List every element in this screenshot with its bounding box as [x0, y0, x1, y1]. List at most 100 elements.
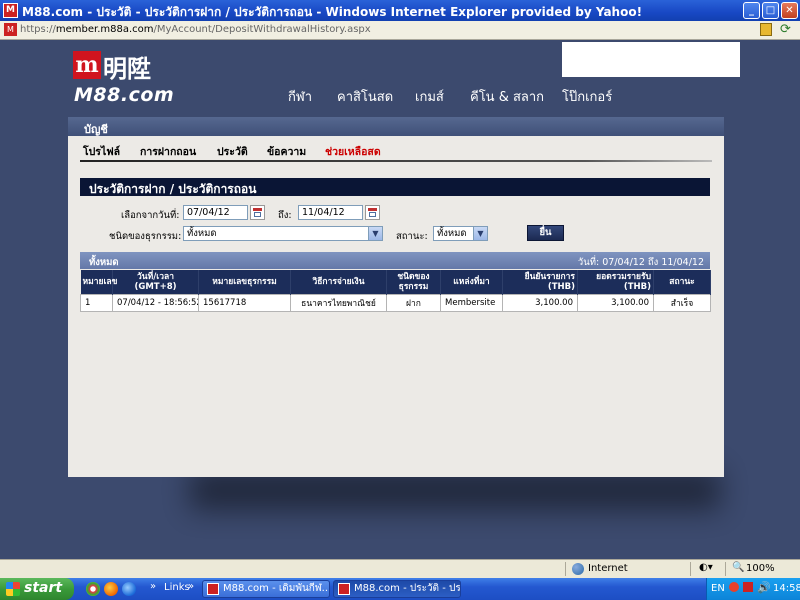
col-header-number[interactable]: หมายเลข: [80, 270, 117, 295]
nav-sports[interactable]: กีฬา: [288, 86, 312, 107]
window-title-bar[interactable]: M M88.com - ประวัติ - ประวัติการฝาก / ปร…: [0, 0, 800, 21]
tray-app-icon[interactable]: [729, 582, 739, 592]
refresh-icon[interactable]: ⟳: [780, 22, 791, 37]
windows-flag-icon: [6, 582, 20, 596]
history-panel-header: ประวัติการฝาก / ประวัติการถอน: [80, 178, 710, 196]
to-calendar-icon[interactable]: [365, 205, 380, 220]
chevron-down-icon[interactable]: ▼: [368, 227, 382, 240]
nav-poker[interactable]: โป๊กเกอร์: [562, 86, 612, 107]
zoom-level[interactable]: 100%: [746, 563, 775, 574]
col-header-status[interactable]: สถานะ: [653, 270, 711, 295]
chevron-right-icon[interactable]: »: [150, 581, 156, 592]
subnav-live-help[interactable]: ช่วยเหลือสด: [325, 143, 381, 160]
section-header: บัญชี: [68, 117, 724, 136]
close-button[interactable]: ✕: [781, 2, 798, 19]
submit-button[interactable]: ยื่น: [527, 225, 564, 241]
results-date-range: วันที่: 07/04/12 ถึง 11/04/12: [577, 257, 704, 268]
status-separator: [690, 562, 691, 576]
clock[interactable]: 14:58: [773, 583, 800, 594]
chevron-right-icon[interactable]: »: [188, 581, 194, 592]
col-header-payment-method[interactable]: วิธีการจ่ายเงิน: [290, 270, 387, 295]
cell-status: สำเร็จ: [653, 294, 711, 312]
nav-games[interactable]: เกมส์: [415, 86, 444, 107]
chrome-icon[interactable]: [86, 582, 100, 596]
cell-datetime: 07/04/12 - 18:56:52: [112, 294, 199, 312]
site-favicon: M: [4, 23, 17, 36]
col-header-datetime[interactable]: วันที่/เวลา (GMT+8): [112, 270, 199, 295]
start-button[interactable]: start: [0, 578, 74, 600]
window-icon: [338, 583, 350, 595]
address-bar[interactable]: M https://member.m88a.com/MyAccount/Depo…: [0, 21, 800, 40]
cell-total-received: 3,100.00: [577, 294, 654, 312]
from-calendar-icon[interactable]: [250, 205, 265, 220]
col-header-transaction-id[interactable]: หมายเลขธุรกรรม: [198, 270, 291, 295]
subnav-profile[interactable]: โปรไฟล์: [83, 143, 120, 160]
subnav-deposit-withdraw[interactable]: การฝากถอน: [140, 143, 196, 160]
transaction-type-value: ทั้งหมด: [187, 228, 217, 239]
taskbar: start » Links » M88.com - เดิมพันกีฬ... …: [0, 578, 800, 600]
status-separator: [725, 562, 726, 576]
taskbar-window-button[interactable]: M88.com - เดิมพันกีฬ...: [202, 580, 330, 598]
volume-icon[interactable]: 🔊: [757, 581, 771, 594]
col-header-transaction-type[interactable]: ชนิดของธุรกรรม: [386, 270, 441, 295]
transaction-type-label: ชนิดของธุรกรรม:: [109, 231, 182, 242]
results-bar: ทั้งหมด วันที่: 07/04/12 ถึง 11/04/12: [80, 252, 710, 269]
browser-app-icon: M: [3, 3, 18, 18]
col-header-source[interactable]: แหล่งที่มา: [440, 270, 503, 295]
to-date-input[interactable]: 11/04/12: [298, 205, 363, 220]
subnav-history[interactable]: ประวัติ: [217, 143, 248, 160]
taskbar-window-label: M88.com - เดิมพันกีฬ...: [223, 583, 330, 594]
lock-icon[interactable]: [760, 23, 772, 36]
panel-title: ประวัติการฝาก / ประวัติการถอน: [89, 182, 257, 196]
logo-mark[interactable]: m: [73, 51, 101, 79]
cell-source: Membersite: [440, 294, 503, 312]
internet-explorer-icon[interactable]: [122, 582, 136, 596]
start-label: start: [24, 580, 63, 596]
url-text[interactable]: https://member.m88a.com/MyAccount/Deposi…: [20, 24, 371, 35]
table-header-row: หมายเลข วันที่/เวลา (GMT+8) หมายเลขธุรกร…: [80, 270, 711, 295]
logo-chinese-text[interactable]: 明陞: [103, 49, 151, 84]
table-row: 1 07/04/12 - 18:56:52 15617718 ธนาคารไทย…: [80, 294, 711, 312]
browser-status-bar: Internet ◐▾ 🔍 100%: [0, 559, 800, 578]
from-date-input[interactable]: 07/04/12: [183, 205, 248, 220]
language-indicator[interactable]: EN: [711, 583, 725, 594]
status-value: ทั้งหมด: [437, 228, 467, 239]
system-tray: EN 🔊 14:58: [706, 578, 800, 600]
transaction-table: หมายเลข วันที่/เวลา (GMT+8) หมายเลขธุรกร…: [80, 270, 711, 312]
firefox-icon[interactable]: [104, 582, 118, 596]
status-select[interactable]: ทั้งหมด ▼: [433, 226, 488, 241]
maximize-button[interactable]: □: [762, 2, 779, 19]
from-date-label: เลือกจากวันที่:: [121, 210, 180, 221]
col-header-total-received[interactable]: ยอดรวมรายรับ (THB): [577, 270, 654, 295]
status-separator: [565, 562, 566, 576]
links-toolbar[interactable]: Links: [164, 582, 190, 593]
cell-transaction-type: ฝาก: [386, 294, 441, 312]
minimize-button[interactable]: _: [743, 2, 760, 19]
cell-transaction-id: 15617718: [198, 294, 291, 312]
tray-security-icon[interactable]: [743, 582, 753, 592]
nav-keno-lottery[interactable]: คีโน & สลาก: [470, 86, 544, 107]
subnav-messages[interactable]: ข้อความ: [267, 143, 306, 160]
transaction-type-select[interactable]: ทั้งหมด ▼: [183, 226, 383, 241]
taskbar-window-button-active[interactable]: M88.com - ประวัติ - ปร...: [333, 580, 461, 598]
globe-icon: [572, 563, 584, 575]
security-zone[interactable]: Internet: [588, 563, 628, 574]
cell-confirmed-amount: 3,100.00: [502, 294, 578, 312]
main-navigation: กีฬา คาสิโนสด เกมส์ คีโน & สลาก โป๊กเกอร…: [276, 86, 636, 106]
cell-number: 1: [80, 294, 113, 312]
to-date-label: ถึง:: [278, 210, 292, 221]
nav-live-casino[interactable]: คาสิโนสด: [337, 86, 393, 107]
window-title: M88.com - ประวัติ - ประวัติการฝาก / ประว…: [22, 5, 643, 19]
logo-text[interactable]: M88.com: [74, 84, 174, 106]
zoom-icon[interactable]: 🔍: [732, 562, 744, 573]
col-header-confirmed-amount[interactable]: ยืนยันรายการ (THB): [502, 270, 578, 295]
cell-payment-method: ธนาคารไทยพาณิชย์: [290, 294, 387, 312]
status-label: สถานะ:: [396, 231, 428, 242]
window-icon: [207, 583, 219, 595]
chevron-down-icon[interactable]: ▼: [473, 227, 487, 240]
taskbar-window-label: M88.com - ประวัติ - ปร...: [354, 583, 461, 594]
header-banner-area: [562, 42, 740, 77]
subnav-divider: [80, 160, 712, 162]
protected-mode-icon[interactable]: ◐▾: [699, 562, 713, 573]
section-title: บัญชี: [84, 123, 108, 136]
